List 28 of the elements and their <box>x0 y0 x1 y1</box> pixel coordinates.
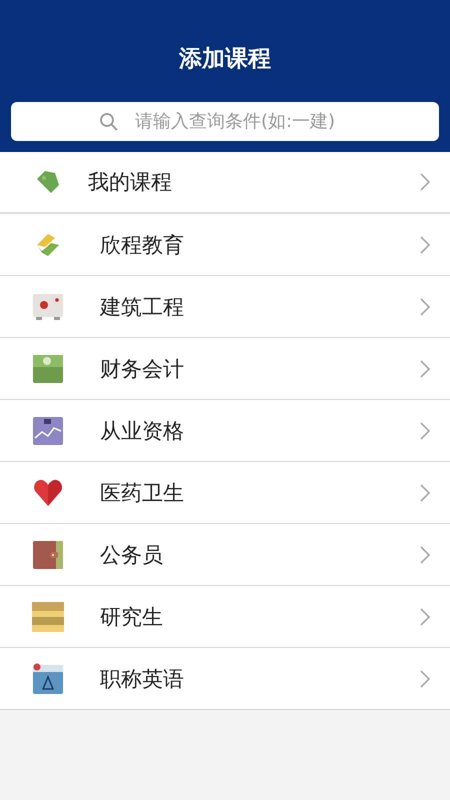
wallet-icon <box>32 540 64 570</box>
chevron-right-icon <box>420 608 430 626</box>
stack-icon <box>32 600 64 632</box>
safe-icon <box>32 292 64 320</box>
course-category-item[interactable]: 我的课程 <box>0 152 450 214</box>
course-category-item[interactable]: 研究生 <box>0 586 450 648</box>
search-icon <box>99 112 119 132</box>
banknote-icon <box>32 354 64 384</box>
course-category-item[interactable]: 建筑工程 <box>0 276 450 338</box>
course-category-item[interactable]: 职称英语 <box>0 648 450 710</box>
course-category-item[interactable]: 公务员 <box>0 524 450 586</box>
chevron-right-icon <box>420 546 430 564</box>
chevron-right-icon <box>420 173 430 191</box>
tag-icon <box>35 169 61 195</box>
chevron-right-icon <box>420 670 430 688</box>
course-category-item[interactable]: 从业资格 <box>0 400 450 462</box>
chevron-right-icon <box>420 422 430 440</box>
chevron-right-icon <box>420 360 430 378</box>
course-category-item[interactable]: 医药卫生 <box>0 462 450 524</box>
course-category-item[interactable]: 欣程教育 <box>0 214 450 276</box>
search-field[interactable]: 请输入查询条件(如:一建) <box>11 102 439 141</box>
chart-icon <box>32 416 64 446</box>
chevron-right-icon <box>420 236 430 254</box>
page-title: 添加课程 <box>179 45 271 74</box>
heart-icon <box>33 478 63 506</box>
course-category-item[interactable]: 财务会计 <box>0 338 450 400</box>
chevron-right-icon <box>420 298 430 316</box>
chevron-right-icon <box>420 484 430 502</box>
